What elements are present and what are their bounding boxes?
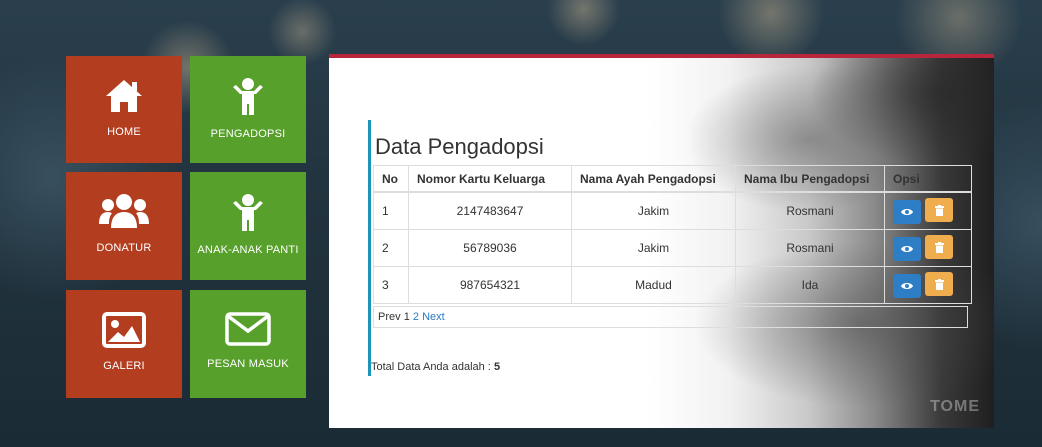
eye-icon (901, 245, 913, 252)
tile-home[interactable]: HOME (66, 56, 182, 163)
total-label: Total Data Anda adalah : (371, 361, 491, 373)
cell-opsi (884, 266, 972, 304)
cell-opsi (884, 192, 972, 230)
cell-kk: 987654321 (408, 266, 572, 304)
eye-icon (901, 208, 913, 215)
total-data: Total Data Anda adalah : 5 (371, 361, 500, 373)
tile-label: GALERI (103, 360, 145, 372)
tile-donatur[interactable]: DONATUR (66, 172, 182, 280)
view-button[interactable] (893, 273, 921, 298)
total-value: 5 (493, 361, 501, 373)
column-header-kk: Nomor Kartu Keluarga (408, 165, 572, 193)
tile-label: HOME (107, 126, 141, 138)
table-row: 1 2147483647 Jakim Rosmani (373, 192, 972, 230)
tile-pengadopsi[interactable]: PENGADOPSI (190, 56, 306, 163)
tile-pesan-masuk[interactable]: PESAN MASUK (190, 290, 306, 398)
column-header-ayah: Nama Ayah Pengadopsi (571, 165, 736, 193)
adopter-table: No Nomor Kartu Keluarga Nama Ayah Pengad… (373, 165, 972, 304)
delete-button[interactable] (925, 198, 953, 223)
delete-button[interactable] (925, 235, 953, 260)
watermark: TOME (930, 398, 980, 415)
tile-galeri[interactable]: GALERI (66, 290, 182, 398)
table-header-row: No Nomor Kartu Keluarga Nama Ayah Pengad… (373, 165, 972, 193)
pager-next[interactable]: Next (422, 311, 445, 323)
child-icon (231, 78, 265, 116)
cell-kk: 2147483647 (408, 192, 572, 230)
eye-icon (901, 282, 913, 289)
trash-icon (934, 278, 944, 290)
tile-anak-anak-panti[interactable]: ANAK-ANAK PANTI (190, 172, 306, 280)
users-icon (99, 194, 149, 230)
cell-ibu: Rosmani (735, 229, 885, 267)
trash-icon (934, 204, 944, 216)
data-section: Data Pengadopsi No Nomor Kartu Keluarga … (368, 120, 973, 376)
column-header-ibu: Nama Ibu Pengadopsi (735, 165, 885, 193)
pager-prev: Prev (378, 311, 401, 323)
envelope-icon (225, 312, 271, 346)
home-icon (104, 78, 144, 114)
pagination: Prev 1 2 Next (373, 306, 968, 328)
view-button[interactable] (893, 199, 921, 224)
table-row: 2 56789036 Jakim Rosmani (373, 229, 972, 267)
cell-no: 1 (373, 192, 409, 230)
cell-ayah: Madud (571, 266, 736, 304)
pager-page-2[interactable]: 2 (413, 311, 419, 323)
column-header-opsi: Opsi (884, 165, 972, 193)
cell-kk: 56789036 (408, 229, 572, 267)
pager-page-1: 1 (403, 311, 410, 323)
child-icon (231, 194, 265, 232)
table-row: 3 987654321 Madud Ida (373, 266, 972, 304)
cell-ibu: Rosmani (735, 192, 885, 230)
cell-ibu: Ida (735, 266, 885, 304)
tile-label: ANAK-ANAK PANTI (197, 244, 299, 256)
tile-label: DONATUR (96, 242, 152, 254)
trash-icon (934, 241, 944, 253)
tile-label: PESAN MASUK (207, 358, 289, 370)
view-button[interactable] (893, 236, 921, 261)
cell-no: 3 (373, 266, 409, 304)
cell-ayah: Jakim (571, 192, 736, 230)
image-icon (102, 312, 146, 348)
page-title: Data Pengadopsi (375, 134, 544, 159)
delete-button[interactable] (925, 272, 953, 297)
cell-ayah: Jakim (571, 229, 736, 267)
cell-no: 2 (373, 229, 409, 267)
tile-label: PENGADOPSI (210, 128, 286, 140)
cell-opsi (884, 229, 972, 267)
column-header-no: No (373, 165, 409, 193)
